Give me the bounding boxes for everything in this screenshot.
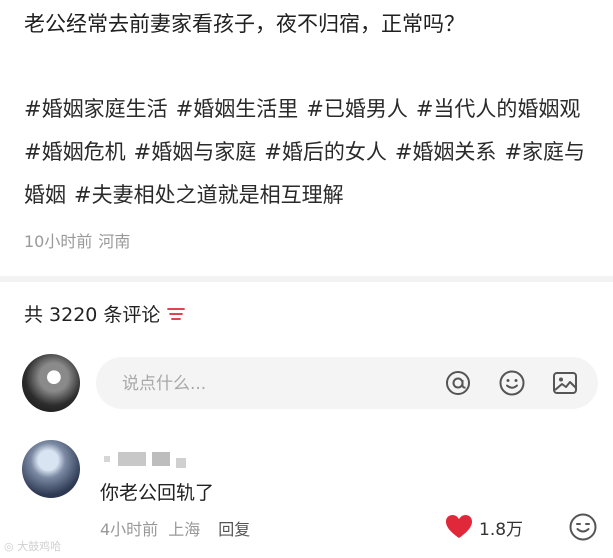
like-button[interactable]: 1.8万 [445, 514, 523, 540]
comment-meta: 4小时前 上海 回复 [100, 516, 250, 540]
heart-icon[interactable] [445, 514, 473, 540]
tag-link[interactable]: #婚姻生活里 [176, 97, 299, 121]
post-title: 老公经常去前妻家看孩子，夜不归宿，正常吗？ [24, 12, 465, 36]
post-time: 10小时前 [24, 232, 93, 251]
tag-link[interactable]: #当代人的婚姻观 [416, 97, 581, 121]
tag-link[interactable]: #婚姻危机 [24, 140, 126, 164]
watermark: ◎ 大鼓鸡哈 [4, 540, 62, 553]
image-icon[interactable] [551, 369, 579, 397]
comment-count-label: 共 3220 条评论 [24, 304, 161, 326]
tag-link[interactable]: #夫妻相处之道就是相互理解 [74, 183, 344, 207]
post-location: 河南 [98, 232, 131, 251]
like-count: 1.8万 [479, 519, 524, 540]
at-icon[interactable] [444, 369, 472, 397]
tag-list: #婚姻家庭生活 #婚姻生活里 #已婚男人 #当代人的婚姻观 #婚姻危机 #婚姻与家庭 #婚后… [24, 88, 594, 217]
sort-lines-icon[interactable] [166, 306, 186, 322]
tag-link[interactable]: #已婚男人 [306, 97, 408, 121]
reply-button[interactable]: 回复 [218, 516, 250, 540]
commenter-avatar[interactable] [22, 440, 80, 498]
tag-link[interactable]: #婚姻关系 [395, 140, 497, 164]
comment-input-box[interactable] [96, 357, 598, 409]
tag-link[interactable]: #婚姻家庭生活 [24, 97, 168, 121]
section-divider [0, 276, 613, 282]
comment-input[interactable] [120, 369, 424, 399]
comment-count-header: 共 3220 条评论 [24, 300, 186, 327]
comment-time: 4小时前 [100, 520, 159, 539]
tag-link[interactable]: #婚后的女人 [264, 140, 387, 164]
comment-text: 你老公回轨了 [100, 482, 215, 504]
comment-location: 上海 [168, 520, 201, 539]
my-avatar[interactable] [22, 354, 80, 412]
post-meta: 10小时前 河南 [24, 228, 136, 252]
emoji-reaction-icon[interactable] [568, 512, 598, 542]
commenter-name-redacted [104, 448, 224, 468]
tag-link[interactable]: #婚姻与家庭 [134, 140, 257, 164]
emoji-icon[interactable] [498, 369, 526, 397]
